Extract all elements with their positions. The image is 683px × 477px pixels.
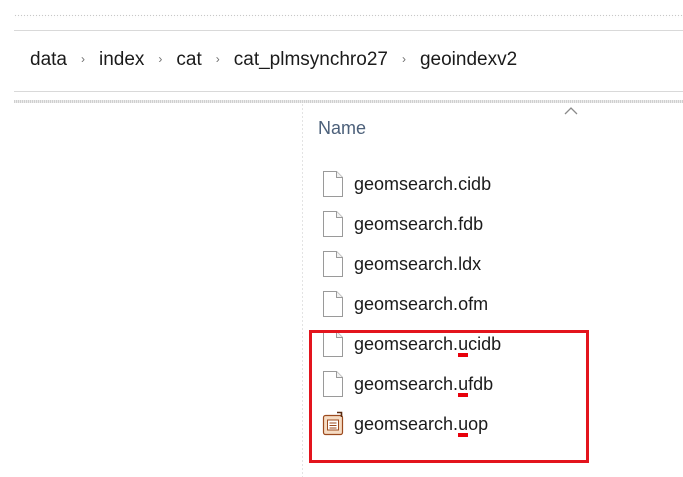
file-name-base: geomsearch. — [354, 333, 459, 354]
breadcrumb: data › index › cat › cat_plmsynchro27 › … — [28, 43, 519, 77]
breadcrumb-item-geoindexv2[interactable]: geoindexv2 — [418, 49, 519, 71]
file-name-base: geomsearch. — [354, 293, 459, 314]
file-name-base: geomsearch. — [354, 373, 459, 394]
file-extension-first-letter: l — [458, 254, 462, 274]
chevron-up-icon — [564, 107, 578, 115]
pane-divider — [14, 100, 683, 103]
column-header-label: Name — [318, 118, 367, 138]
breadcrumb-separator-icon[interactable]: › — [81, 52, 85, 66]
file-row[interactable]: geomsearch.u fdb — [306, 364, 683, 404]
breadcrumb-separator-icon[interactable]: › — [216, 52, 220, 66]
file-name: geomsearch.fdb — [354, 214, 483, 235]
file-extension-first-letter-text: u — [458, 373, 469, 394]
ribbon-edge — [14, 14, 683, 18]
breadcrumb-separator-icon[interactable]: › — [158, 52, 162, 66]
file-extension-first-letter: c — [458, 174, 467, 194]
navigation-pane-border[interactable] — [302, 104, 303, 477]
breadcrumb-item-index[interactable]: index — [97, 49, 146, 71]
file-extension-first-letter: o — [458, 294, 468, 314]
file-extension-first-letter: f — [458, 214, 463, 234]
file-extension-rest: cidb — [468, 333, 502, 354]
file-name: geomsearch.ofm — [354, 294, 488, 315]
project-file-icon — [322, 410, 344, 438]
file-extension-rest: dx — [462, 253, 482, 274]
file-extension-first-letter-text: u — [458, 333, 469, 354]
underline-mark — [458, 392, 469, 397]
file-extension-rest: fm — [468, 293, 489, 314]
file-extension-first-letter-text: l — [458, 253, 463, 274]
breadcrumb-item-cat-plmsynchro27[interactable]: cat_plmsynchro27 — [232, 49, 390, 71]
file-row[interactable]: geomsearch.cidb — [306, 164, 683, 204]
underline-mark — [458, 432, 469, 437]
file-row[interactable]: geomsearch.ldx — [306, 244, 683, 284]
file-row[interactable]: geomsearch.fdb — [306, 204, 683, 244]
address-bar[interactable]: data › index › cat › cat_plmsynchro27 › … — [14, 30, 683, 92]
breadcrumb-item-cat[interactable]: cat — [174, 49, 203, 71]
file-name: geomsearch.cidb — [354, 174, 491, 195]
file-name-base: geomsearch. — [354, 253, 459, 274]
blank-file-icon — [322, 290, 344, 318]
file-extension-rest: idb — [467, 173, 492, 194]
blank-file-icon — [322, 210, 344, 238]
file-extension-first-letter: u — [458, 373, 469, 397]
file-name: geomsearch.ldx — [354, 254, 481, 275]
file-extension-first-letter: u — [458, 413, 469, 437]
file-extension-first-letter-text: c — [458, 173, 468, 194]
underline-mark — [458, 352, 469, 357]
blank-file-icon — [322, 370, 344, 398]
file-row[interactable]: geomsearch.u cidb — [306, 324, 683, 364]
file-extension-first-letter-text: u — [458, 413, 469, 434]
file-name-base: geomsearch. — [354, 413, 459, 434]
blank-file-icon — [322, 170, 344, 198]
file-name: geomsearch.u op — [354, 413, 489, 437]
file-name: geomsearch.u cidb — [354, 333, 502, 357]
file-extension-rest: fdb — [468, 373, 494, 394]
column-header-name[interactable]: Name — [306, 104, 683, 152]
blank-file-icon — [322, 330, 344, 358]
file-name-base: geomsearch. — [354, 213, 459, 234]
file-extension-rest: db — [463, 213, 484, 234]
breadcrumb-separator-icon[interactable]: › — [402, 52, 406, 66]
file-extension-first-letter-text: o — [458, 293, 469, 314]
blank-file-icon — [322, 250, 344, 278]
file-extension-first-letter: u — [458, 333, 469, 357]
file-extension-first-letter-text: f — [458, 213, 464, 234]
file-list: geomsearch.cidb geomsearch.fdb geomsearch.… — [306, 164, 683, 444]
file-extension-rest: op — [468, 413, 489, 434]
file-explorer-window: data › index › cat › cat_plmsynchro27 › … — [0, 0, 683, 477]
breadcrumb-item-data[interactable]: data — [28, 49, 69, 71]
file-row[interactable]: geomsearch.u op — [306, 404, 683, 444]
file-name-base: geomsearch. — [354, 173, 459, 194]
file-name: geomsearch.u fdb — [354, 373, 494, 397]
file-row[interactable]: geomsearch.ofm — [306, 284, 683, 324]
